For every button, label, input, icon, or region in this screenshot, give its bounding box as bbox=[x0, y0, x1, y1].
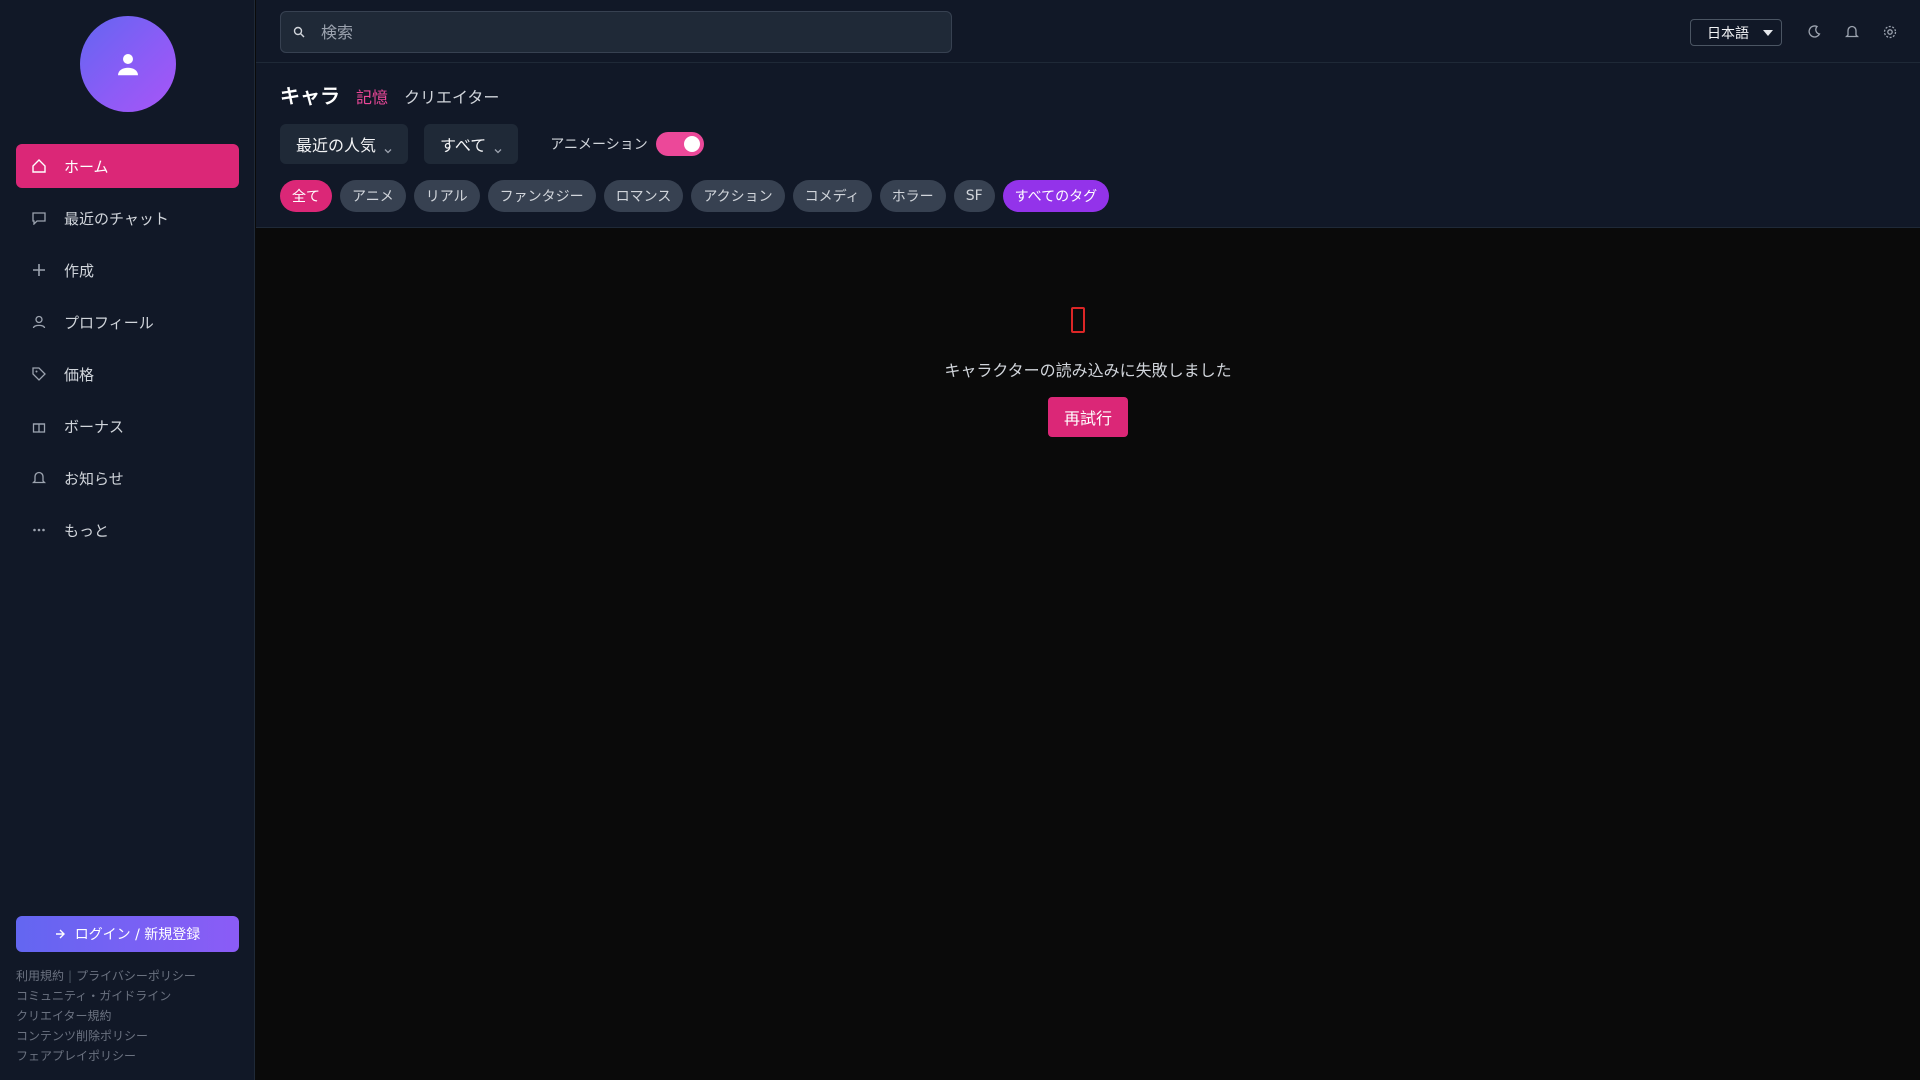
filter-row: 最近の人気 すべて アニメーション bbox=[280, 124, 704, 164]
plus-icon bbox=[32, 263, 46, 277]
user-icon bbox=[32, 315, 46, 329]
chat-icon bbox=[32, 211, 46, 225]
home-icon bbox=[32, 159, 46, 173]
footer-separator: | bbox=[68, 969, 73, 983]
sidebar-item-notices[interactable]: お知らせ bbox=[16, 456, 239, 500]
tag-comedy[interactable]: コメディ bbox=[792, 180, 872, 212]
more-icon bbox=[32, 523, 46, 537]
bell-icon bbox=[32, 471, 46, 485]
tag-filter-bar: 全て アニメ リアル ファンタジー ロマンス アクション コメディ ホラー SF… bbox=[280, 180, 1117, 212]
sidebar-item-label: ボーナス bbox=[64, 417, 125, 436]
chevron-down-icon bbox=[1763, 30, 1773, 36]
settings-icon[interactable] bbox=[1883, 24, 1897, 39]
sidebar-item-profile[interactable]: プロフィール bbox=[16, 300, 239, 344]
sidebar-item-label: ホーム bbox=[64, 157, 109, 176]
language-select[interactable]: 日本語 bbox=[1690, 19, 1782, 46]
sidebar: ホーム 最近のチャット 作成 プロフィール 価格 ボーナス お知らせ もっと ロ… bbox=[0, 0, 255, 1080]
community-guidelines-link[interactable]: コミュニティ・ガイドライン bbox=[16, 989, 171, 1003]
sidebar-item-create[interactable]: 作成 bbox=[16, 248, 239, 292]
sidebar-item-label: お知らせ bbox=[64, 469, 124, 488]
price-icon bbox=[32, 367, 46, 381]
error-message: キャラクターの読み込みに失敗しました bbox=[944, 361, 1232, 380]
tag-romance[interactable]: ロマンス bbox=[603, 180, 684, 212]
tag-fantasy[interactable]: ファンタジー bbox=[487, 180, 596, 212]
content-removal-link[interactable]: コンテンツ削除ポリシー bbox=[16, 1029, 148, 1043]
fair-play-link[interactable]: フェアプレイポリシー bbox=[16, 1049, 136, 1063]
login-signup-button[interactable]: ログイン / 新規登録 bbox=[16, 916, 239, 952]
avatar-icon bbox=[118, 54, 138, 76]
filter-dropdown-label: すべて bbox=[440, 136, 487, 155]
page-title: キャラ bbox=[280, 84, 340, 108]
language-value: 日本語 bbox=[1707, 25, 1749, 42]
search-input[interactable] bbox=[321, 22, 921, 42]
privacy-link[interactable]: プライバシーポリシー bbox=[76, 969, 196, 983]
animation-label: アニメーション bbox=[550, 137, 648, 153]
creator-terms-link[interactable]: クリエイター規約 bbox=[16, 1009, 112, 1023]
login-icon bbox=[55, 929, 65, 939]
retry-button[interactable]: 再試行 bbox=[1048, 397, 1128, 437]
logo-avatar[interactable] bbox=[80, 16, 176, 112]
sidebar-item-label: もっと bbox=[64, 521, 110, 540]
sidebar-nav: ホーム 最近のチャット 作成 プロフィール 価格 ボーナス お知らせ もっと bbox=[16, 144, 239, 560]
sidebar-item-label: 最近のチャット bbox=[64, 209, 169, 228]
sidebar-item-home[interactable]: ホーム bbox=[16, 144, 239, 188]
tag-all[interactable]: 全て bbox=[280, 180, 332, 212]
sidebar-item-recent-chats[interactable]: 最近のチャット bbox=[16, 196, 239, 240]
tag-action[interactable]: アクション bbox=[691, 180, 785, 212]
sidebar-item-more[interactable]: もっと bbox=[16, 508, 239, 552]
footer-links: 利用規約 | プライバシーポリシー コミュニティ・ガイドライン クリエイター規約 コ… bbox=[16, 966, 196, 1066]
search-box[interactable] bbox=[280, 11, 952, 53]
tag-all-tags[interactable]: すべてのタグ bbox=[1002, 180, 1110, 212]
chevron-down-icon bbox=[384, 140, 392, 154]
animation-toggle[interactable] bbox=[655, 132, 704, 156]
terms-link[interactable]: 利用規約 bbox=[16, 969, 64, 983]
tag-anime[interactable]: アニメ bbox=[340, 180, 406, 212]
tag-sf[interactable]: SF bbox=[953, 180, 995, 212]
sidebar-item-bonus[interactable]: ボーナス bbox=[16, 404, 239, 448]
sidebar-item-label: 作成 bbox=[64, 261, 95, 280]
toggle-knob bbox=[683, 136, 700, 152]
sidebar-item-label: 価格 bbox=[64, 365, 95, 384]
error-icon bbox=[1071, 307, 1085, 333]
filter-dropdown[interactable]: すべて bbox=[424, 124, 519, 164]
theme-icon[interactable] bbox=[1807, 24, 1821, 38]
search-icon bbox=[293, 26, 305, 38]
sort-dropdown[interactable]: 最近の人気 bbox=[280, 124, 409, 164]
title-row: キャラ 記憶 クリエイター bbox=[280, 80, 515, 109]
tag-real[interactable]: リアル bbox=[413, 180, 480, 212]
login-label: ログイン / 新規登録 bbox=[74, 927, 201, 943]
header: 日本語 キャラ 記憶 クリエイター 最近の人気 すべて アニメーション 全て ア… bbox=[256, 0, 1920, 228]
sidebar-item-pricing[interactable]: 価格 bbox=[16, 352, 239, 396]
main-content: キャラクターの読み込みに失敗しました 再試行 bbox=[256, 229, 1920, 1080]
tab-memory[interactable]: 記憶 bbox=[356, 84, 388, 108]
header-divider bbox=[256, 62, 1920, 63]
sort-dropdown-label: 最近の人気 bbox=[296, 136, 377, 155]
tab-creators[interactable]: クリエイター bbox=[404, 84, 499, 108]
gift-icon bbox=[32, 419, 46, 433]
chevron-down-icon bbox=[494, 140, 502, 154]
tag-horror[interactable]: ホラー bbox=[879, 180, 946, 212]
notification-icon[interactable] bbox=[1844, 24, 1860, 38]
sidebar-item-label: プロフィール bbox=[64, 313, 154, 332]
